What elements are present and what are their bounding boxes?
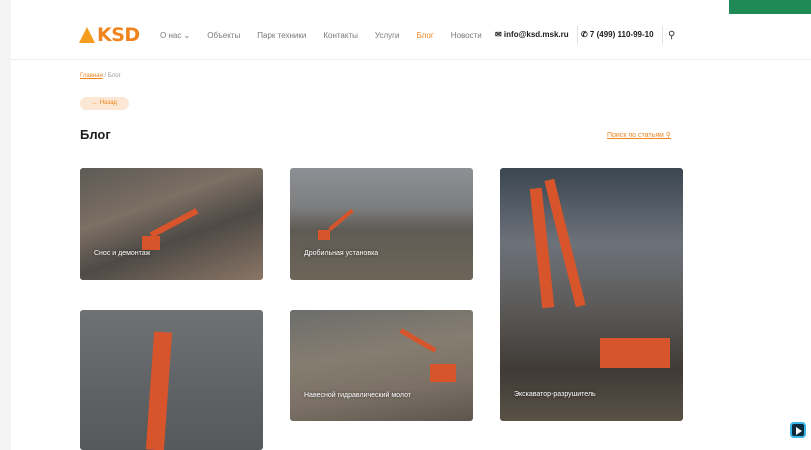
breadcrumb-current: Блог: [107, 73, 121, 79]
divider: [577, 26, 578, 44]
blog-card-demolition-excavator[interactable]: Экскаватор-разрушитель: [500, 168, 683, 421]
blog-card-excavator[interactable]: [80, 310, 263, 450]
main-nav: О нас ⌄ Объекты Парк техники Контакты Ус…: [160, 31, 499, 40]
logo-text: KSD: [97, 24, 140, 46]
excavator-body-image: [142, 236, 160, 250]
blog-card-crusher[interactable]: Дробильная установка: [290, 168, 473, 280]
excavator-body-image: [430, 364, 456, 382]
divider: [662, 26, 663, 44]
nav-item-objects[interactable]: Объекты: [207, 31, 240, 40]
blog-card-hydraulic-hammer[interactable]: Навесной гидравлический молот: [290, 310, 473, 421]
excavator-arm-image: [399, 328, 437, 353]
excavator-image: [318, 230, 330, 240]
phone-link[interactable]: ✆ 7 (499) 110-99-10: [581, 30, 654, 39]
corner-action-button[interactable]: [729, 0, 811, 14]
back-button[interactable]: ← Назад: [80, 97, 129, 110]
site-header: KSD О нас ⌄ Объекты Парк техники Контакт…: [11, 14, 811, 60]
blog-card-title: Снос и демонтаж: [94, 250, 151, 257]
email-link[interactable]: ✉ info@ksd.msk.ru: [495, 30, 569, 39]
left-gutter: [0, 0, 11, 450]
nav-item-fleet[interactable]: Парк техники: [257, 31, 306, 40]
excavator-arm-image: [328, 208, 354, 232]
blog-card-title: Экскаватор-разрушитель: [514, 391, 596, 398]
logo-mark-icon: [79, 27, 95, 43]
breadcrumb: Главная / Блог: [80, 73, 121, 79]
excavator-arm-image: [149, 208, 199, 238]
breadcrumb-separator: /: [104, 73, 107, 79]
chat-widget-button[interactable]: [790, 422, 806, 438]
nav-item-contacts[interactable]: Контакты: [323, 31, 358, 40]
breadcrumb-home-link[interactable]: Главная: [80, 73, 103, 79]
search-icon[interactable]: ⚲: [668, 30, 675, 41]
logo[interactable]: KSD: [79, 24, 140, 46]
page-title: Блог: [80, 127, 111, 142]
excavator-body-image: [600, 338, 670, 368]
blog-card-demolition[interactable]: Снос и демонтаж: [80, 168, 263, 280]
nav-item-news[interactable]: Новости: [451, 31, 482, 40]
blog-card-title: Навесной гидравлический молот: [304, 392, 412, 399]
nav-item-blog[interactable]: Блог: [417, 31, 434, 40]
nav-item-about[interactable]: О нас ⌄: [160, 31, 190, 40]
excavator-arm-image: [145, 331, 173, 450]
search-articles-link[interactable]: Поиск по статьям ⚲: [607, 131, 671, 139]
nav-item-services[interactable]: Услуги: [375, 31, 400, 40]
blog-card-title: Дробильная установка: [304, 250, 379, 257]
